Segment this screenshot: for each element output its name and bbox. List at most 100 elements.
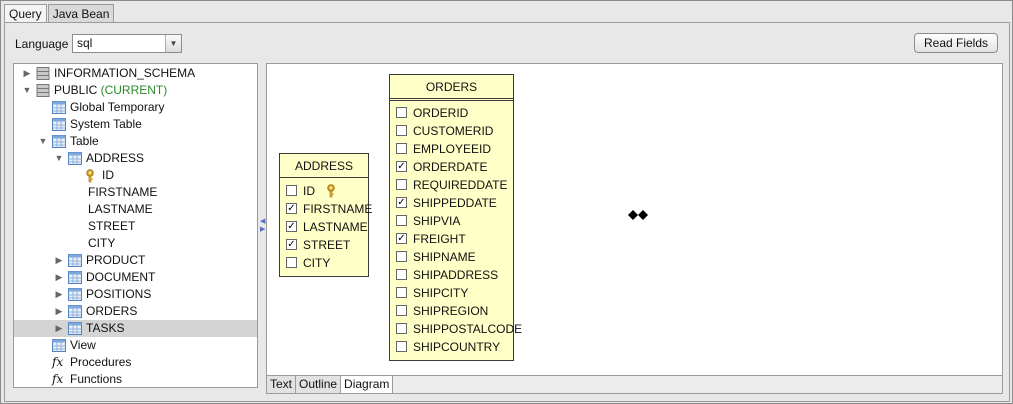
address-column-row: ✓ STREET <box>280 236 368 254</box>
address-table-title: ADDRESS <box>280 154 368 178</box>
orders-column-checkbox[interactable]: ✓ <box>396 161 407 172</box>
address-column-name: LASTNAME <box>303 220 368 234</box>
chevron-down-icon[interactable]: ▼ <box>22 82 32 99</box>
orders-column-name: SHIPADDRESS <box>413 268 499 282</box>
tree-item[interactable]: ▶ DOCUMENT <box>14 269 257 286</box>
orders-column-row: REQUIREDDATE <box>390 176 513 194</box>
orders-table-title: ORDERS <box>390 75 513 101</box>
tree-item-label: DOCUMENT <box>86 270 156 284</box>
orders-column-checkbox[interactable]: ✓ <box>396 197 407 208</box>
chevron-right-icon[interactable]: ▶ <box>22 65 32 82</box>
orders-column-row: SHIPADDRESS <box>390 266 513 284</box>
orders-column-checkbox[interactable] <box>396 179 407 190</box>
orders-column-name: ORDERDATE <box>413 160 488 174</box>
orders-column-name: ORDERID <box>413 106 469 120</box>
tab-query[interactable]: Query <box>4 4 47 23</box>
address-column-checkbox[interactable]: ✓ <box>286 203 297 214</box>
tree-item[interactable]: Global Temporary <box>14 99 257 116</box>
table-icon <box>52 101 66 114</box>
tree-item[interactable]: LASTNAME <box>14 201 257 218</box>
orders-column-name: REQUIREDDATE <box>413 178 508 192</box>
address-column-checkbox[interactable]: ✓ <box>286 221 297 232</box>
function-icon: fx <box>52 372 64 386</box>
address-column-name: STREET <box>303 238 351 252</box>
tree-item[interactable]: ID <box>14 167 257 184</box>
tree-item-label: FIRSTNAME <box>88 185 158 199</box>
table-icon <box>52 118 66 131</box>
orders-column-checkbox[interactable] <box>396 251 407 262</box>
chevron-right-icon[interactable]: ▶ <box>54 320 64 337</box>
tree-item[interactable]: ▶ POSITIONS <box>14 286 257 303</box>
tree-item[interactable]: ▶ INFORMATION_SCHEMA <box>14 65 257 82</box>
address-column-checkbox[interactable] <box>286 185 297 196</box>
chevron-down-icon[interactable]: ▼ <box>54 150 64 167</box>
address-table-box[interactable]: ADDRESS ID ✓ FIRSTNAME ✓ LASTNAME ✓ STREET CITY <box>279 153 372 277</box>
orders-column-checkbox[interactable] <box>396 107 407 118</box>
orders-column-row: ✓ FREIGHT <box>390 230 513 248</box>
tree-item[interactable]: STREET <box>14 218 257 235</box>
orders-column-checkbox[interactable] <box>396 323 407 334</box>
chevron-right-icon[interactable]: ▶ <box>54 303 64 320</box>
orders-column-checkbox[interactable] <box>396 125 407 136</box>
address-column-name: ID <box>303 184 315 198</box>
orders-column-checkbox[interactable] <box>396 215 407 226</box>
language-select[interactable]: sql ▼ <box>72 34 182 53</box>
address-column-checkbox[interactable] <box>286 257 297 268</box>
table-icon <box>68 322 82 335</box>
orders-column-checkbox[interactable] <box>396 341 407 352</box>
address-column-name: FIRSTNAME <box>303 202 373 216</box>
orders-column-name: CUSTOMERID <box>413 124 494 138</box>
orders-column-checkbox[interactable]: ✓ <box>396 233 407 244</box>
tree-item[interactable]: ▼ PUBLIC (CURRENT) <box>14 82 257 99</box>
tree-item[interactable]: ▶ TASKS <box>14 320 257 337</box>
tree-item-label: PUBLIC <box>54 83 98 97</box>
orders-column-name: EMPLOYEEID <box>413 142 492 156</box>
chevron-down-icon[interactable]: ▼ <box>165 35 181 52</box>
address-column-name: CITY <box>303 256 331 270</box>
tree-item-label: ADDRESS <box>86 151 145 165</box>
table-icon <box>68 254 82 267</box>
tree-item[interactable]: CITY <box>14 235 257 252</box>
tab-java-bean[interactable]: Java Bean <box>47 4 115 23</box>
tree-item[interactable]: FIRSTNAME <box>14 184 257 201</box>
tab-text[interactable]: Text <box>267 376 297 393</box>
orders-column-checkbox[interactable] <box>396 287 407 298</box>
tree-item[interactable]: ▼ ADDRESS <box>14 150 257 167</box>
tree-item[interactable]: ▶ PRODUCT <box>14 252 257 269</box>
key-icon <box>84 169 98 183</box>
tree-item[interactable]: fx Functions <box>14 371 257 387</box>
chevron-right-icon[interactable]: ▶ <box>54 252 64 269</box>
tree-item-label: System Table <box>70 117 142 131</box>
orders-column-row: SHIPNAME <box>390 248 513 266</box>
orders-column-checkbox[interactable] <box>396 305 407 316</box>
tab-outline[interactable]: Outline <box>296 376 342 393</box>
orders-column-row: SHIPREGION <box>390 302 513 320</box>
key-icon <box>325 184 337 198</box>
tree-item[interactable]: System Table <box>14 116 257 133</box>
address-column-row: ✓ FIRSTNAME <box>280 200 372 218</box>
tree-item-label: LASTNAME <box>88 202 153 216</box>
orders-column-checkbox[interactable] <box>396 143 407 154</box>
orders-column-row: SHIPPOSTALCODE <box>390 320 522 338</box>
tree-item[interactable]: ▼ Table <box>14 133 257 150</box>
tree-item[interactable]: fx Procedures <box>14 354 257 371</box>
language-select-value: sql <box>77 36 93 50</box>
chevron-right-icon[interactable]: ▶ <box>54 286 64 303</box>
orders-column-checkbox[interactable] <box>396 269 407 280</box>
orders-table-box[interactable]: ORDERS ORDERID CUSTOMERID EMPLOYEEID ✓ ORDER… <box>389 74 522 361</box>
orders-column-row: ✓ ORDERDATE <box>390 158 513 176</box>
tree-item[interactable]: ▶ ORDERS <box>14 303 257 320</box>
address-column-checkbox[interactable]: ✓ <box>286 239 297 250</box>
database-icon <box>36 84 50 97</box>
tab-diagram[interactable]: Diagram <box>341 376 394 393</box>
view-tab-bar: Text Outline Diagram <box>267 375 1002 393</box>
function-icon: fx <box>52 355 64 369</box>
database-icon <box>36 67 50 80</box>
read-fields-button[interactable]: Read Fields <box>914 33 998 53</box>
tree-item[interactable]: View <box>14 337 257 354</box>
schema-tree[interactable]: ▶ INFORMATION_SCHEMA ▼ PUBLIC (CURRENT) Globa… <box>13 63 258 388</box>
table-icon <box>52 135 66 148</box>
chevron-down-icon[interactable]: ▼ <box>38 133 48 150</box>
orders-column-name: FREIGHT <box>413 232 466 246</box>
chevron-right-icon[interactable]: ▶ <box>54 269 64 286</box>
